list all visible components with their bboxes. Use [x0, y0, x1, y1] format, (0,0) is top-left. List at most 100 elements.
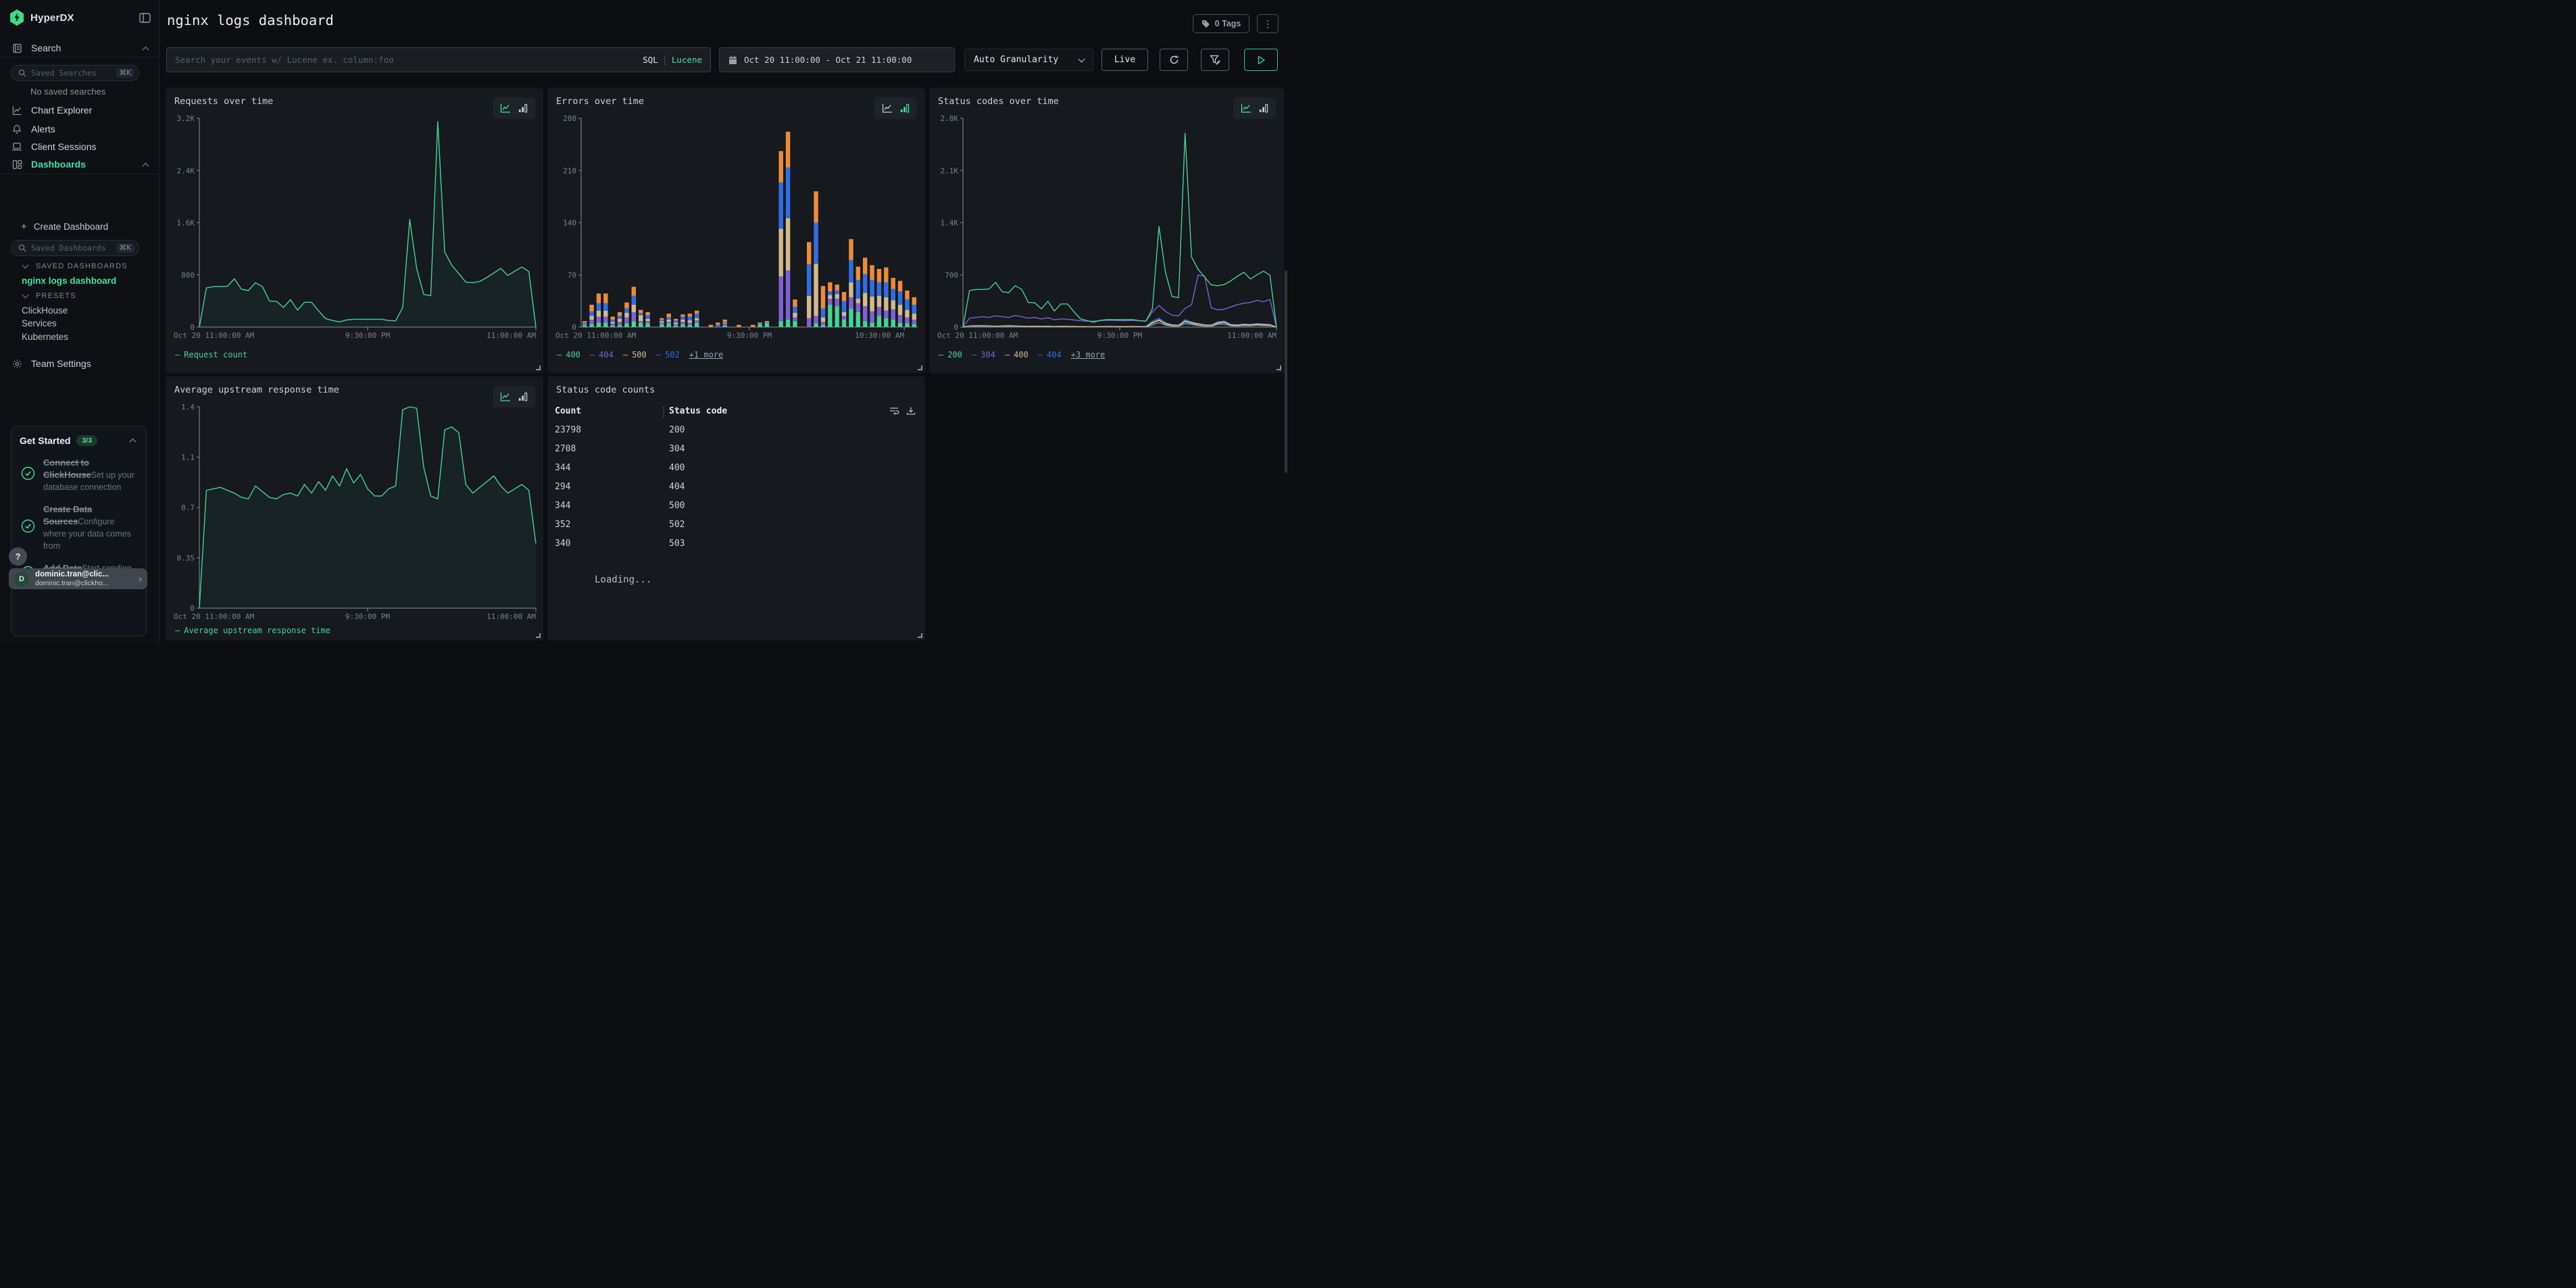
- lucene-mode-toggle[interactable]: Lucene: [672, 55, 702, 65]
- run-query-button[interactable]: [1244, 49, 1278, 71]
- date-range-picker[interactable]: Oct 20 11:00:00 - Oct 21 11:00:00: [719, 47, 955, 72]
- live-button[interactable]: Live: [1101, 49, 1148, 71]
- granularity-select[interactable]: Auto Granularity: [964, 49, 1093, 71]
- section-presets[interactable]: PRESETS: [23, 292, 76, 300]
- svg-text:Oct 20 11:00:00 AM: Oct 20 11:00:00 AM: [555, 331, 637, 340]
- svg-text:2.1K: 2.1K: [941, 166, 959, 175]
- column-header-count: Count: [555, 406, 581, 416]
- event-search-input[interactable]: [175, 55, 637, 65]
- user-menu[interactable]: D dominic.tran@clic... dominic.tran@clic…: [9, 568, 147, 589]
- svg-text:9:30:00 PM: 9:30:00 PM: [345, 612, 391, 621]
- table-row: 23798200: [555, 425, 917, 444]
- avg-upstream-chart-plot[interactable]: 00.350.71.11.4Oct 20 11:00:00 AM9:30:00 …: [172, 403, 538, 623]
- calendar-icon: [728, 55, 737, 65]
- sidebar-item-kubernetes[interactable]: Kubernetes: [22, 332, 68, 342]
- wrap-lines-icon[interactable]: [889, 406, 899, 416]
- sidebar-item-team-settings[interactable]: Team Settings: [0, 355, 159, 372]
- scrollbar[interactable]: [1285, 270, 1287, 473]
- bell-icon: [11, 124, 22, 134]
- legend-item[interactable]: —400: [557, 350, 580, 360]
- chevron-right-icon: ›: [139, 573, 142, 585]
- legend-item[interactable]: —200: [939, 350, 962, 360]
- panel-title: Status code counts: [556, 385, 655, 395]
- chevron-down-icon: [22, 262, 29, 269]
- legend-item[interactable]: —502: [656, 350, 680, 360]
- sidebar-item-chart-explorer[interactable]: Chart Explorer: [0, 101, 159, 119]
- bar-chart-icon[interactable]: [900, 103, 910, 113]
- count-cell: 344: [555, 463, 669, 482]
- bar-chart-icon[interactable]: [518, 392, 528, 401]
- section-saved-dashboards[interactable]: SAVED DASHBOARDS: [23, 262, 128, 270]
- legend-item[interactable]: —Request count: [175, 350, 247, 360]
- line-chart-icon[interactable]: [882, 103, 893, 114]
- svg-text:Oct 20 11:00:00 AM: Oct 20 11:00:00 AM: [937, 331, 1018, 340]
- status-codes-chart-plot[interactable]: 07001.4K2.1K2.8KOct 20 11:00:00 AM9:30:0…: [936, 115, 1279, 342]
- resize-handle[interactable]: [918, 633, 922, 638]
- resize-handle[interactable]: [536, 633, 541, 638]
- resize-handle[interactable]: [536, 366, 541, 370]
- saved-dashboards-field[interactable]: [31, 243, 112, 253]
- download-icon[interactable]: [906, 406, 916, 416]
- column-resize-handle[interactable]: [663, 407, 664, 418]
- legend-item[interactable]: —Average upstream response time: [175, 626, 330, 635]
- shortcut-badge: ⌘K: [116, 68, 134, 78]
- bar-chart-icon[interactable]: [1259, 103, 1268, 113]
- chevron-up-icon[interactable]: [130, 435, 135, 447]
- requests-chart-plot[interactable]: 08001.6K2.4K3.2KOct 20 11:00:00 AM9:30:0…: [172, 115, 538, 342]
- legend-item[interactable]: —404: [1038, 350, 1062, 360]
- sidebar-item-client-sessions[interactable]: Client Sessions: [0, 138, 159, 155]
- sidebar-item-label: Team Settings: [31, 358, 91, 369]
- hyperdx-logo-icon: [9, 9, 24, 26]
- errors-chart-plot[interactable]: 070140210280Oct 20 11:00:00 AM9:30:00 PM…: [554, 115, 920, 342]
- panel-errors-over-time: Errors over time 070140210280Oct 20 11:0…: [547, 88, 925, 373]
- saved-searches-input[interactable]: ⌘K: [11, 65, 139, 81]
- help-button[interactable]: ?: [9, 547, 27, 566]
- event-search-bar[interactable]: SQL | Lucene: [166, 47, 711, 72]
- chevron-down-icon: [1079, 55, 1085, 62]
- legend-item[interactable]: —500: [623, 350, 647, 360]
- sidebar-item-clickhouse[interactable]: ClickHouse: [22, 305, 68, 316]
- line-chart-icon[interactable]: [500, 392, 511, 402]
- search-icon: [18, 69, 26, 77]
- legend-more-link[interactable]: +1 more: [689, 350, 724, 360]
- tag-icon: [1202, 20, 1210, 28]
- status-code-cell: 304: [669, 444, 685, 463]
- chart-canvas: 08001.6K2.4K3.2KOct 20 11:00:00 AM9:30:0…: [172, 115, 538, 342]
- line-chart-icon[interactable]: [1241, 103, 1252, 114]
- resize-handle[interactable]: [1277, 366, 1281, 370]
- svg-text:1.4K: 1.4K: [941, 219, 959, 228]
- saved-searches-field[interactable]: [31, 68, 112, 78]
- sidebar-item-services[interactable]: Services: [22, 318, 57, 328]
- table-header: Count Status code: [555, 406, 917, 420]
- sql-mode-toggle[interactable]: SQL: [643, 55, 658, 65]
- tags-button[interactable]: 0 Tags: [1193, 14, 1249, 33]
- sidebar-item-alerts[interactable]: Alerts: [0, 120, 159, 138]
- legend-item[interactable]: —304: [972, 350, 995, 360]
- svg-text:11:00:00 AM: 11:00:00 AM: [487, 612, 536, 621]
- refresh-button[interactable]: [1160, 49, 1188, 71]
- bar-chart-icon[interactable]: [518, 103, 528, 113]
- sidebar-item-search[interactable]: Search: [0, 39, 159, 57]
- saved-dashboards-input[interactable]: ⌘K: [11, 240, 139, 256]
- dashboard-menu-button[interactable]: ⋮: [1257, 14, 1279, 33]
- legend-item[interactable]: —400: [1005, 350, 1029, 360]
- panel-status-code-counts: Status code counts Count Status code 237…: [547, 376, 925, 641]
- sidebar-collapse-button[interactable]: [139, 13, 151, 23]
- filter-button[interactable]: [1201, 49, 1229, 71]
- legend-item[interactable]: —404: [590, 350, 614, 360]
- status-code-cell: 502: [669, 520, 685, 539]
- legend-more-link[interactable]: +3 more: [1071, 350, 1106, 360]
- create-dashboard-button[interactable]: + Create Dashboard: [21, 221, 108, 232]
- panel-title: Status codes over time: [938, 96, 1059, 107]
- play-icon: [1257, 55, 1266, 65]
- chart-canvas: 070140210280Oct 20 11:00:00 AM9:30:00 PM…: [554, 115, 920, 342]
- resize-handle[interactable]: [918, 366, 922, 370]
- svg-text:1.4: 1.4: [181, 403, 195, 412]
- sidebar-item-nginx-logs-dashboard[interactable]: nginx logs dashboard: [22, 276, 116, 286]
- panel-avg-upstream-response: Average upstream response time 00.350.71…: [166, 376, 543, 641]
- line-chart-icon[interactable]: [500, 103, 511, 114]
- user-name: dominic.tran@clic...: [35, 570, 132, 579]
- get-started-step: Create Data SourcesConfigure where your …: [20, 503, 138, 552]
- svg-text:0.7: 0.7: [181, 503, 195, 512]
- sidebar-item-dashboards[interactable]: Dashboards: [0, 155, 159, 173]
